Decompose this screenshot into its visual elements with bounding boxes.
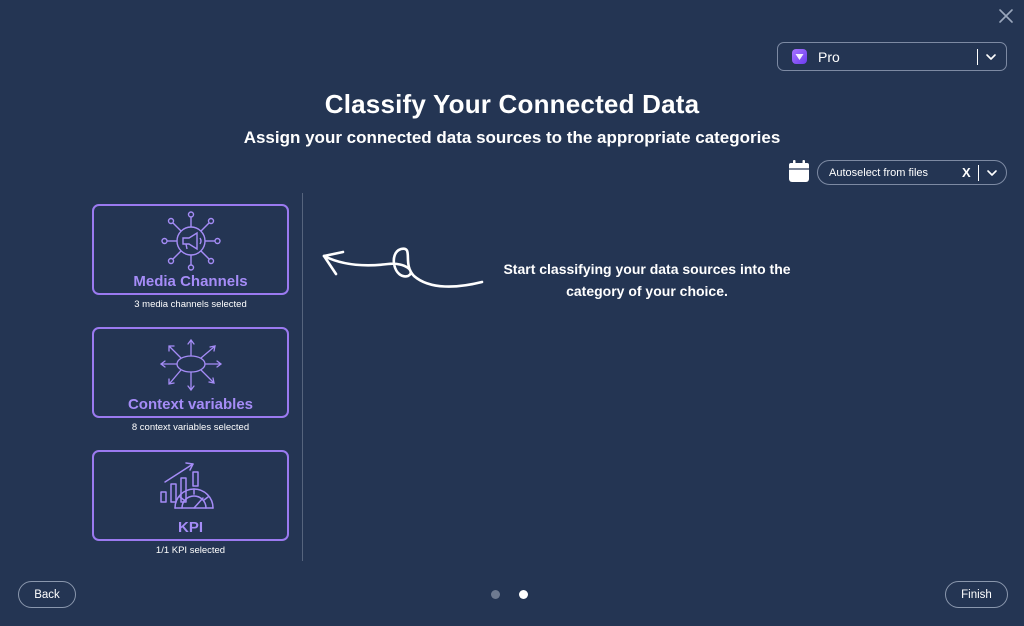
category-caption: 8 context variables selected [131,422,250,433]
curly-arrow-icon [322,247,484,288]
pagination-dot-2-active[interactable] [519,590,528,599]
chevron-down-icon[interactable] [985,51,997,63]
finish-button[interactable]: Finish [945,581,1008,608]
category-caption: 1/1 KPI selected [155,545,226,556]
autoselect-value: Autoselect from files [829,166,929,179]
panel-divider [302,193,303,561]
pagination-dot-1[interactable] [491,590,500,599]
close-icon[interactable] [996,6,1016,26]
category-label: Media Channels [133,273,248,290]
plan-select[interactable]: Pro [777,42,1007,71]
category-card-context-variables[interactable]: Context variables [92,327,289,418]
chart-gauge-icon [159,462,214,509]
page-subtitle: Assign your connected data sources to th… [243,128,781,147]
category-caption: 3 media channels selected [134,299,247,310]
chevron-down-icon[interactable] [986,167,998,179]
clear-selection-button[interactable]: X [962,165,971,180]
pro-plan-icon [792,49,807,64]
plan-select-value: Pro [818,48,840,65]
category-card-media-channels[interactable]: Media Channels [92,204,289,295]
select-separator [977,49,978,65]
megaphone-network-icon [160,211,221,271]
back-button[interactable]: Back [18,581,76,608]
select-separator [978,165,979,181]
category-label: Context variables [127,396,254,413]
calendar-icon[interactable] [788,159,810,183]
radiating-arrows-icon [159,338,222,392]
classification-hint: Start classifying your data sources into… [503,261,791,299]
autoselect-dropdown[interactable]: Autoselect from files X [817,160,1007,185]
page-title: Classify Your Connected Data [324,89,700,119]
category-label: KPI [177,519,203,536]
category-card-kpi[interactable]: KPI [92,450,289,541]
